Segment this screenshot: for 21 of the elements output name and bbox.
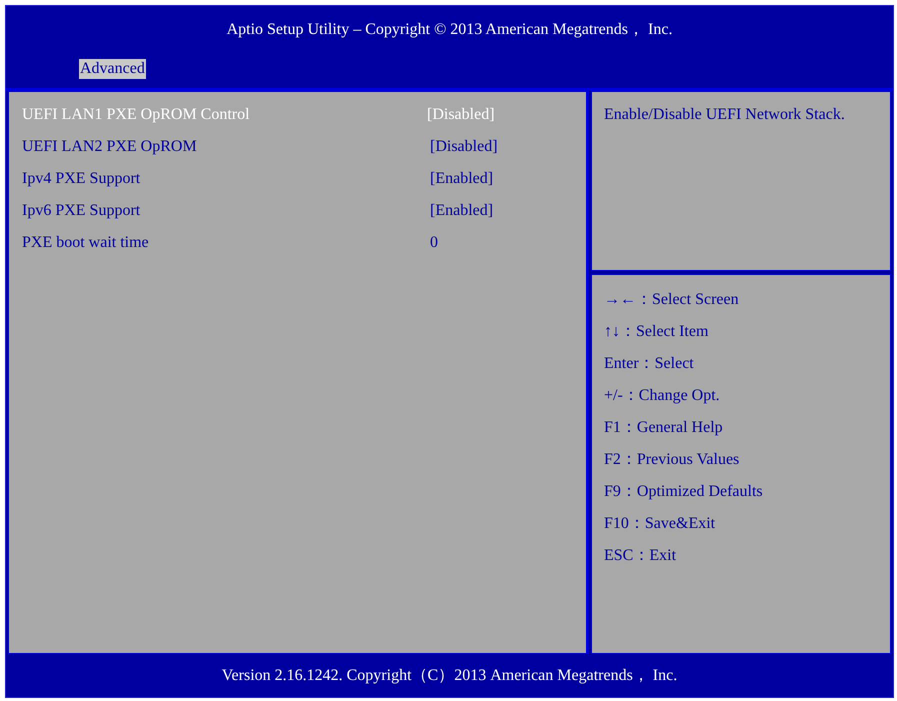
key-hint: +/-：Change Opt. xyxy=(604,387,720,404)
menu-tab[interactable]: Advanced xyxy=(79,59,146,79)
key-hint: F10：Save&Exit xyxy=(604,515,716,532)
setting-value[interactable]: [Disabled] xyxy=(430,138,498,158)
setting-value[interactable]: [Enabled] xyxy=(430,170,494,190)
setting-value[interactable]: 0 xyxy=(430,234,438,254)
footer-text: Version 2.16.1242. Copyright（C）2013 American Megatrends， Inc. xyxy=(222,666,678,686)
window-title: Aptio Setup Utility – Copyright © 2013 American Megatrends， Inc. xyxy=(226,20,672,40)
key-hint: Enter：Select xyxy=(604,355,694,372)
key-hint: ↑↓：Select Item xyxy=(604,323,708,340)
setting-name[interactable]: PXE boot wait time xyxy=(22,234,427,254)
help-text: Enable/Disable UEFI Network Stack. xyxy=(604,106,846,124)
setting-name[interactable]: Ipv4 PXE Support xyxy=(22,170,427,190)
key-hint: F2：Previous Values xyxy=(604,451,740,468)
setting-name[interactable]: UEFI LAN2 PXE OpROM xyxy=(22,138,427,158)
key-hint: →←：Select Screen xyxy=(604,291,739,308)
key-hint: F1：General Help xyxy=(604,419,723,436)
key-hint: ESC：Exit xyxy=(604,547,676,564)
setting-value[interactable]: [Enabled] xyxy=(430,202,494,222)
setting-name[interactable]: Ipv6 PXE Support xyxy=(22,202,427,222)
key-hint: F9：Optimized Defaults xyxy=(604,483,763,500)
